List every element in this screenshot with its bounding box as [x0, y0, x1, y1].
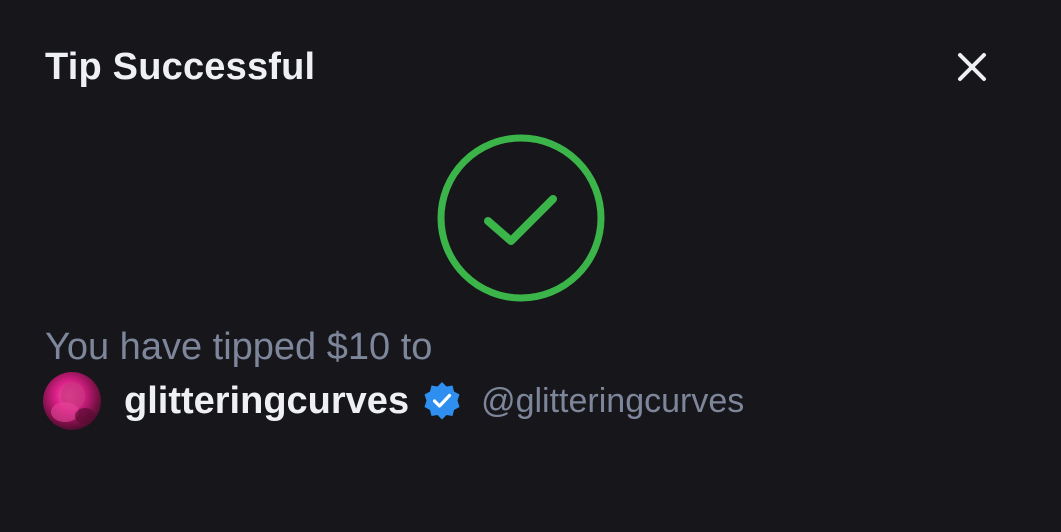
- creator-display-name[interactable]: glitteringcurves: [124, 376, 409, 426]
- close-icon: [958, 53, 986, 81]
- tip-success-dialog: Tip Successful You have tipped $10 to gl…: [0, 0, 1061, 532]
- creator-row[interactable]: glitteringcurves @glitteringcurves: [43, 372, 744, 430]
- tip-amount: $10: [326, 326, 391, 368]
- dialog-title: Tip Successful: [45, 46, 316, 88]
- tip-message: You have tipped $10 to: [45, 322, 432, 372]
- message-prefix: You have tipped: [45, 326, 317, 368]
- verified-badge-icon: [421, 380, 463, 422]
- close-button[interactable]: [950, 45, 994, 89]
- message-suffix: to: [400, 326, 433, 368]
- avatar[interactable]: [43, 372, 101, 430]
- check-circle-icon: [437, 134, 605, 302]
- success-indicator: [436, 133, 606, 303]
- creator-handle[interactable]: @glitteringcurves: [481, 376, 744, 426]
